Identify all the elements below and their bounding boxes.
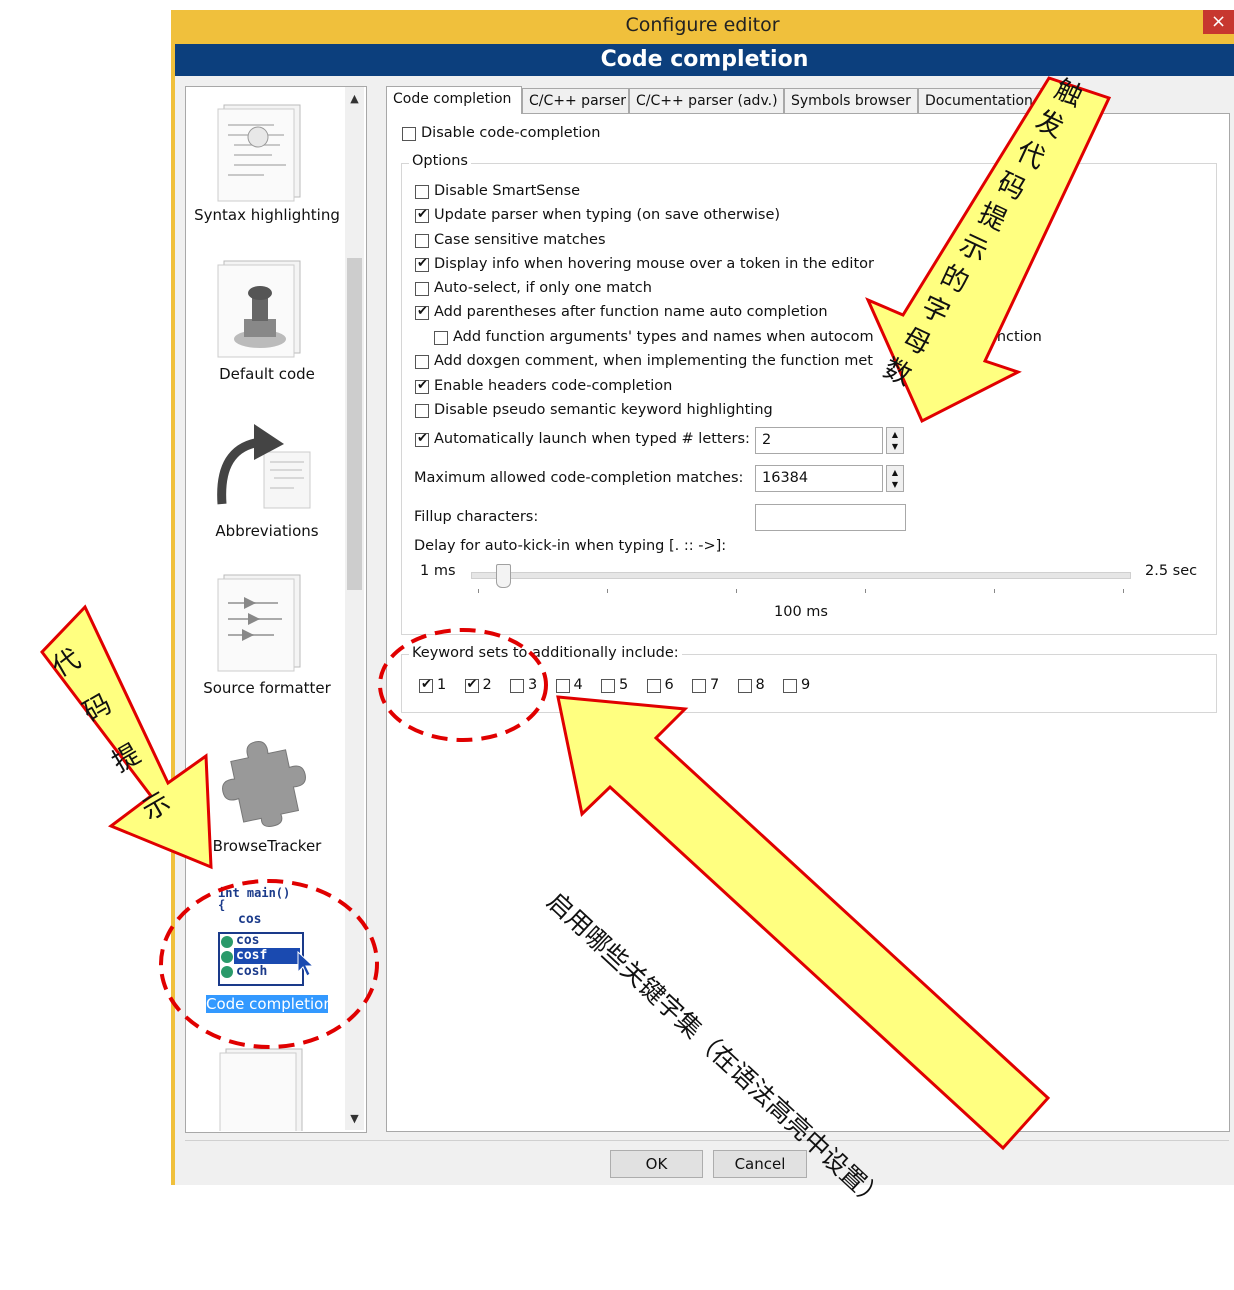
bottom-annotation-arrow xyxy=(556,695,1051,1151)
tab-code-completion[interactable]: Code completion xyxy=(386,86,522,114)
keyword-sets-highlight xyxy=(378,628,548,742)
code-completion-highlight xyxy=(159,879,379,1049)
annotation-layer xyxy=(40,76,1112,1151)
